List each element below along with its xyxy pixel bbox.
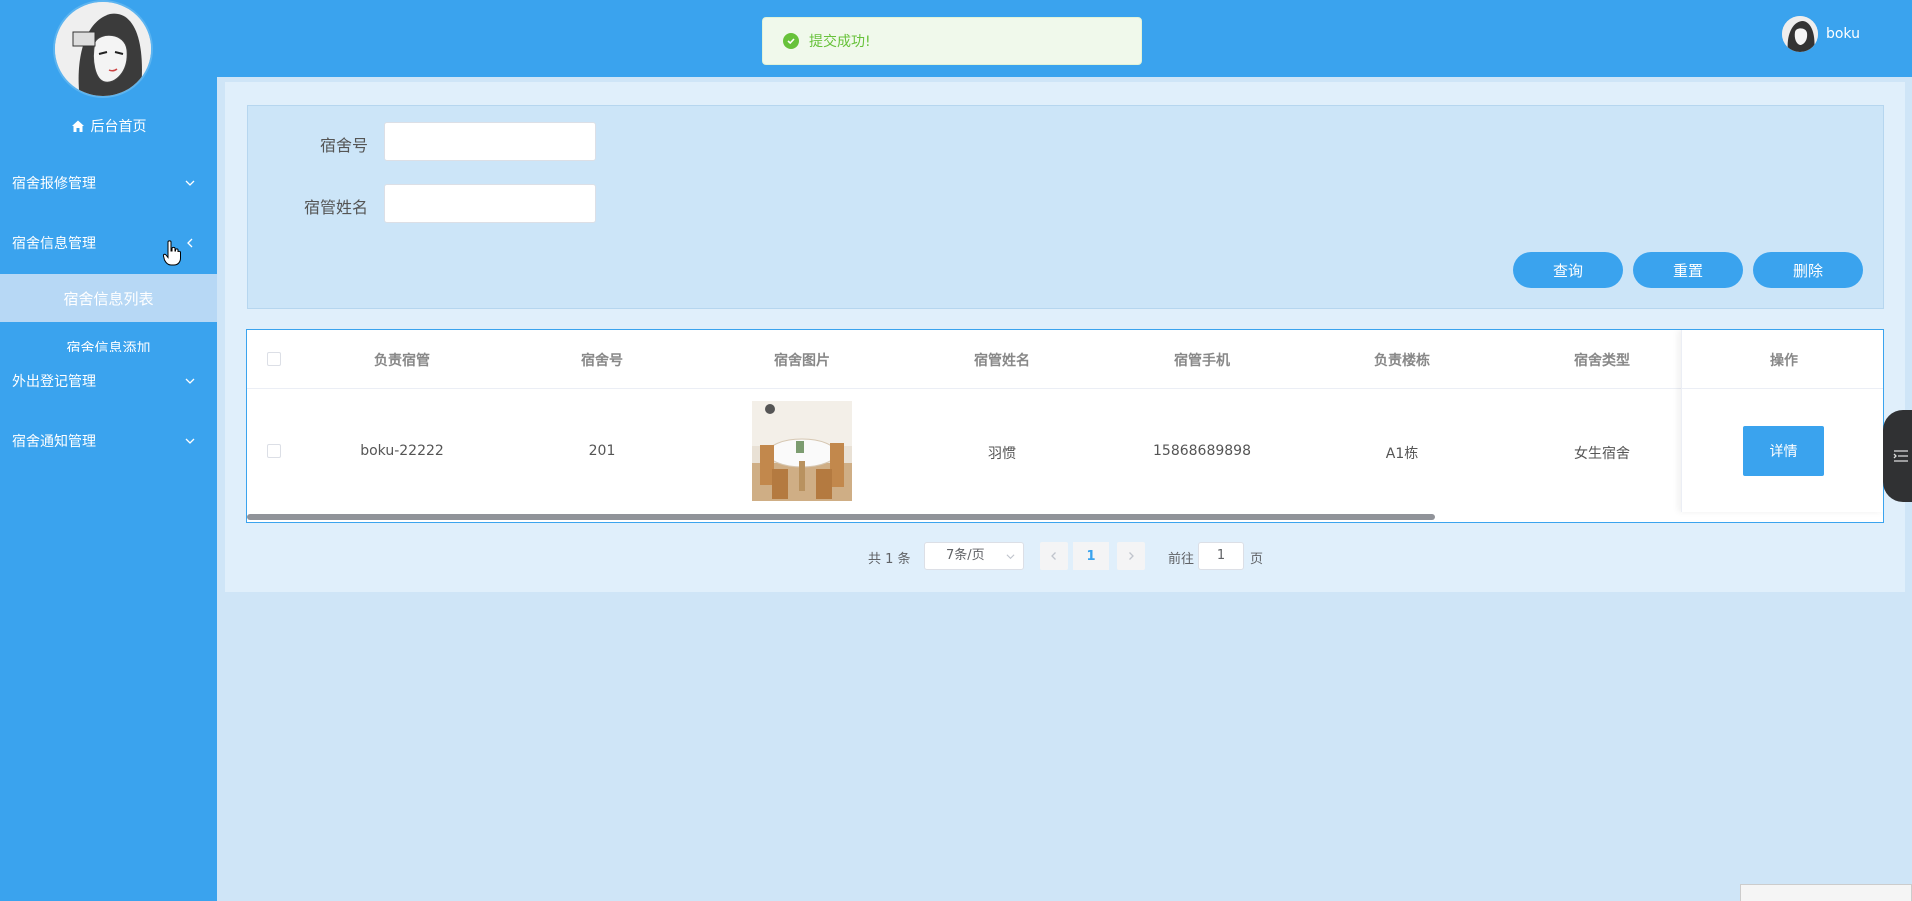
col-header: 宿舍号	[581, 353, 623, 369]
check-circle-icon	[783, 33, 799, 49]
sidebar-avatar	[53, 0, 153, 98]
page-suffix: 页	[1250, 552, 1264, 567]
submenu-label: 宿舍信息列表	[63, 289, 154, 308]
room-no-input[interactable]	[384, 122, 596, 161]
col-header: 操作	[1770, 353, 1798, 369]
chevron-left-icon	[187, 238, 193, 248]
menu-dorm-info-management[interactable]: 宿舍信息管理	[0, 228, 217, 258]
chevron-down-icon	[185, 378, 195, 384]
sidebar-home-link[interactable]: 后台首页	[0, 116, 217, 136]
query-button[interactable]: 查询	[1513, 252, 1623, 288]
menu-outing-registration[interactable]: 外出登记管理	[0, 366, 217, 396]
chevron-down-icon	[185, 180, 195, 186]
success-toast: 提交成功!	[762, 17, 1142, 65]
page-number-current[interactable]: 1	[1073, 542, 1109, 570]
home-icon	[71, 120, 84, 132]
col-header: 负责楼栋	[1374, 353, 1430, 369]
col-header: 宿舍图片	[774, 353, 830, 369]
submenu-label: 宿舍信息添加	[66, 341, 151, 352]
avatar	[1781, 16, 1818, 52]
cell-room-type: 女生宿舍	[1574, 446, 1630, 462]
submenu-dorm-info-list[interactable]: 宿舍信息列表	[0, 274, 217, 322]
menu-label: 宿舍信息管理	[12, 236, 96, 252]
chevron-down-icon	[185, 438, 195, 444]
username: boku	[1825, 26, 1860, 42]
row-checkbox[interactable]	[267, 444, 281, 458]
menu-label: 宿舍通知管理	[12, 434, 96, 450]
menu-dorm-notice[interactable]: 宿舍通知管理	[0, 426, 217, 456]
col-header: 宿舍类型	[1574, 353, 1630, 369]
menu-label: 宿舍报修管理	[12, 176, 96, 192]
detail-button[interactable]: 详情	[1743, 426, 1824, 476]
manager-name-input[interactable]	[384, 184, 596, 223]
select-all-checkbox[interactable]	[267, 352, 281, 366]
list-icon	[1893, 450, 1908, 462]
room-image	[752, 401, 852, 501]
floating-side-tab[interactable]	[1883, 410, 1912, 502]
reset-button[interactable]: 重置	[1633, 252, 1743, 288]
dorm-table: 负责宿管 宿舍号 宿舍图片 宿管姓名 宿管手机 负责楼栋 宿舍类型 boku-2…	[246, 329, 1884, 523]
cell-building: A1栋	[1385, 446, 1419, 462]
action-header: 操作	[1682, 330, 1883, 389]
toast-message: 提交成功!	[809, 34, 871, 50]
menu-repair-management[interactable]: 宿舍报修管理	[0, 168, 217, 198]
col-header: 宿管手机	[1174, 353, 1230, 369]
cell-manager-name: 羽惯	[988, 446, 1016, 462]
delete-button[interactable]: 删除	[1753, 252, 1863, 288]
total-count: 共 1 条	[868, 552, 911, 567]
manager-name-label: 宿管姓名	[303, 198, 368, 217]
cell-room-no: 201	[588, 443, 616, 459]
sidebar: 后台首页 宿舍报修管理 宿舍信息管理 宿舍信息列表 宿舍信息添加 外出登记管理 …	[0, 0, 217, 901]
pagination: 共 1 条 7条/页 1 前往 1 页	[0, 542, 1912, 570]
home-label: 后台首页	[90, 119, 147, 135]
hand-cursor-icon	[163, 240, 181, 266]
page-size-select[interactable]: 7条/页	[924, 542, 1024, 570]
user-menu[interactable]: boku	[1781, 16, 1860, 52]
col-header: 负责宿管	[374, 353, 430, 369]
menu-label: 外出登记管理	[12, 374, 96, 390]
ime-toolbar[interactable]	[1740, 884, 1912, 901]
prev-page-button[interactable]	[1040, 542, 1068, 570]
chevron-down-icon	[1006, 554, 1015, 560]
chevron-right-icon	[1129, 552, 1134, 560]
table-header: 负责宿管 宿舍号 宿舍图片 宿管姓名 宿管手机 负责楼栋 宿舍类型	[247, 330, 1883, 389]
search-form: 宿舍号 宿管姓名 查询 重置 删除	[247, 105, 1884, 309]
chevron-left-icon	[1051, 552, 1056, 560]
goto-page-input[interactable]: 1	[1198, 542, 1244, 570]
cell-manager-phone: 15868689898	[1153, 443, 1251, 459]
submenu-dorm-info-add[interactable]: 宿舍信息添加	[0, 336, 217, 352]
cell-manager-account: boku-22222	[360, 443, 444, 459]
goto-label: 前往	[1168, 552, 1195, 567]
horizontal-scrollbar[interactable]	[247, 514, 1435, 520]
room-no-label: 宿舍号	[319, 136, 368, 155]
fixed-action-column: 操作 详情	[1681, 330, 1883, 512]
next-page-button[interactable]	[1117, 542, 1145, 570]
page-size-value: 7条/页	[946, 548, 985, 563]
col-header: 宿管姓名	[974, 353, 1030, 369]
